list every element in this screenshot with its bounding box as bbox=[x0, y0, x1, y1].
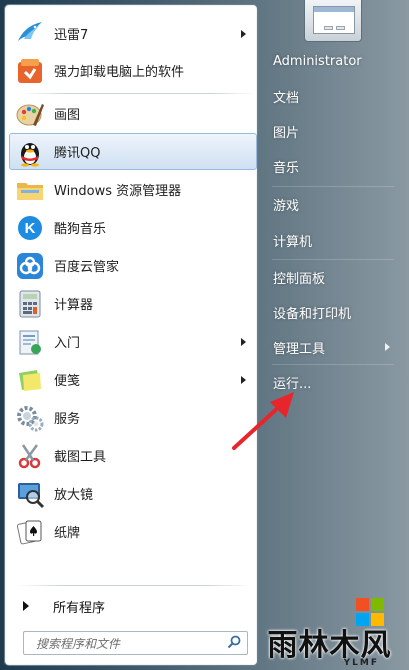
services-gear-icon bbox=[14, 402, 46, 434]
program-label: 服务 bbox=[54, 412, 81, 427]
menu-item-label: 图片 bbox=[273, 125, 300, 141]
xunlei-bird-icon bbox=[14, 18, 46, 50]
programs-pane: 迅雷7 强力卸载电脑上的软件 画图 腾讯QQ Windows 资源管理器 K 酷… bbox=[4, 4, 258, 666]
program-item-paint[interactable]: 画图 bbox=[9, 95, 257, 132]
search-icon[interactable] bbox=[227, 634, 241, 653]
getting-started-icon bbox=[14, 326, 46, 358]
search-input[interactable]: 搜索程序和文件 bbox=[23, 631, 248, 655]
program-label: 强力卸载电脑上的软件 bbox=[54, 65, 185, 80]
program-item-kugou[interactable]: K 酷狗音乐 bbox=[9, 209, 257, 246]
separator bbox=[272, 259, 394, 260]
separator bbox=[21, 93, 257, 94]
program-label: 酷狗音乐 bbox=[54, 222, 107, 237]
qq-penguin-icon bbox=[14, 136, 46, 168]
ylmf-watermark: 雨林木风 YLMF bbox=[250, 622, 409, 670]
program-label: 计算器 bbox=[54, 298, 94, 313]
solitaire-cards-icon bbox=[14, 516, 46, 548]
menu-item-music[interactable]: 音乐 bbox=[264, 152, 402, 180]
program-label: 画图 bbox=[54, 108, 81, 123]
folder-explorer-icon bbox=[14, 174, 46, 206]
calculator-icon bbox=[14, 288, 46, 320]
menu-item-label: 控制面板 bbox=[273, 271, 326, 287]
menu-item-pictures[interactable]: 图片 bbox=[264, 117, 402, 145]
program-label: 腾讯QQ bbox=[54, 146, 101, 161]
program-item-getting-started[interactable]: 入门 bbox=[9, 323, 257, 360]
separator bbox=[272, 186, 394, 187]
watermark-sub: YLMF bbox=[343, 658, 379, 668]
menu-item-label: 管理工具 bbox=[273, 341, 326, 357]
menu-item-label: 文档 bbox=[273, 90, 300, 106]
program-item-explorer[interactable]: Windows 资源管理器 bbox=[9, 171, 257, 208]
menu-item-label: Administrator bbox=[273, 53, 362, 69]
search-placeholder: 搜索程序和文件 bbox=[36, 636, 121, 651]
program-item-magnifier[interactable]: 放大镜 bbox=[9, 475, 257, 512]
submenu-arrow-icon bbox=[241, 30, 246, 38]
program-item-baidu-cloud[interactable]: 百度云管家 bbox=[9, 247, 257, 284]
annotation-arrow-icon bbox=[228, 388, 300, 456]
submenu-arrow-icon bbox=[241, 338, 246, 346]
menu-item-documents[interactable]: 文档 bbox=[264, 82, 402, 110]
program-item-xunlei[interactable]: 迅雷7 bbox=[9, 15, 257, 52]
program-item-qq[interactable]: 腾讯QQ bbox=[9, 133, 257, 170]
menu-item-games[interactable]: 游戏 bbox=[264, 190, 402, 218]
menu-item-label: 设备和打印机 bbox=[273, 306, 352, 322]
magnifier-icon bbox=[14, 478, 46, 510]
program-item-sticky-notes[interactable]: 便笺 bbox=[9, 361, 257, 398]
separator bbox=[17, 585, 253, 586]
menu-item-control-panel[interactable]: 控制面板 bbox=[264, 263, 402, 291]
menu-item-admin-tools[interactable]: 管理工具 bbox=[264, 333, 402, 361]
program-item-snipping-tool[interactable]: 截图工具 bbox=[9, 437, 257, 474]
user-picture bbox=[313, 6, 355, 34]
submenu-arrow-icon bbox=[241, 376, 246, 384]
baidu-cloud-icon bbox=[14, 250, 46, 282]
all-programs-label: 所有程序 bbox=[53, 600, 106, 616]
places-pane: Administrator 文档 图片 音乐 游戏 计算机 控制面板 设备和打印… bbox=[258, 0, 409, 670]
menu-item-computer[interactable]: 计算机 bbox=[264, 226, 402, 254]
sticky-notes-icon bbox=[14, 364, 46, 396]
program-label: Windows 资源管理器 bbox=[54, 184, 182, 199]
all-programs-button[interactable]: 所有程序 bbox=[17, 593, 255, 619]
uninstall-box-icon bbox=[14, 55, 46, 87]
program-label: 迅雷7 bbox=[54, 28, 89, 43]
menu-item-label: 游戏 bbox=[273, 198, 300, 214]
paint-palette-icon bbox=[14, 98, 46, 130]
menu-item-label: 计算机 bbox=[273, 234, 313, 250]
program-label: 纸牌 bbox=[54, 526, 81, 541]
program-label: 截图工具 bbox=[54, 450, 107, 465]
program-item-services[interactable]: 服务 bbox=[9, 399, 257, 436]
program-label: 入门 bbox=[54, 336, 81, 351]
program-item-calculator[interactable]: 计算器 bbox=[9, 285, 257, 322]
separator bbox=[272, 364, 394, 365]
menu-item-devices-printers[interactable]: 设备和打印机 bbox=[264, 298, 402, 326]
program-item-uninstall[interactable]: 强力卸载电脑上的软件 bbox=[9, 52, 257, 89]
kugou-k-icon: K bbox=[14, 212, 46, 244]
program-label: 放大镜 bbox=[54, 488, 94, 503]
program-label: 便笺 bbox=[54, 374, 81, 389]
program-item-solitaire[interactable]: 纸牌 bbox=[9, 513, 257, 550]
snipping-scissors-icon bbox=[14, 440, 46, 472]
svg-text:K: K bbox=[25, 220, 36, 237]
menu-item-label: 音乐 bbox=[273, 160, 300, 176]
all-programs-arrow-icon bbox=[23, 601, 29, 611]
menu-item-administrator[interactable]: Administrator bbox=[264, 47, 402, 75]
user-picture-frame[interactable] bbox=[304, 0, 362, 42]
program-label: 百度云管家 bbox=[54, 260, 120, 275]
submenu-arrow-icon bbox=[385, 343, 390, 351]
